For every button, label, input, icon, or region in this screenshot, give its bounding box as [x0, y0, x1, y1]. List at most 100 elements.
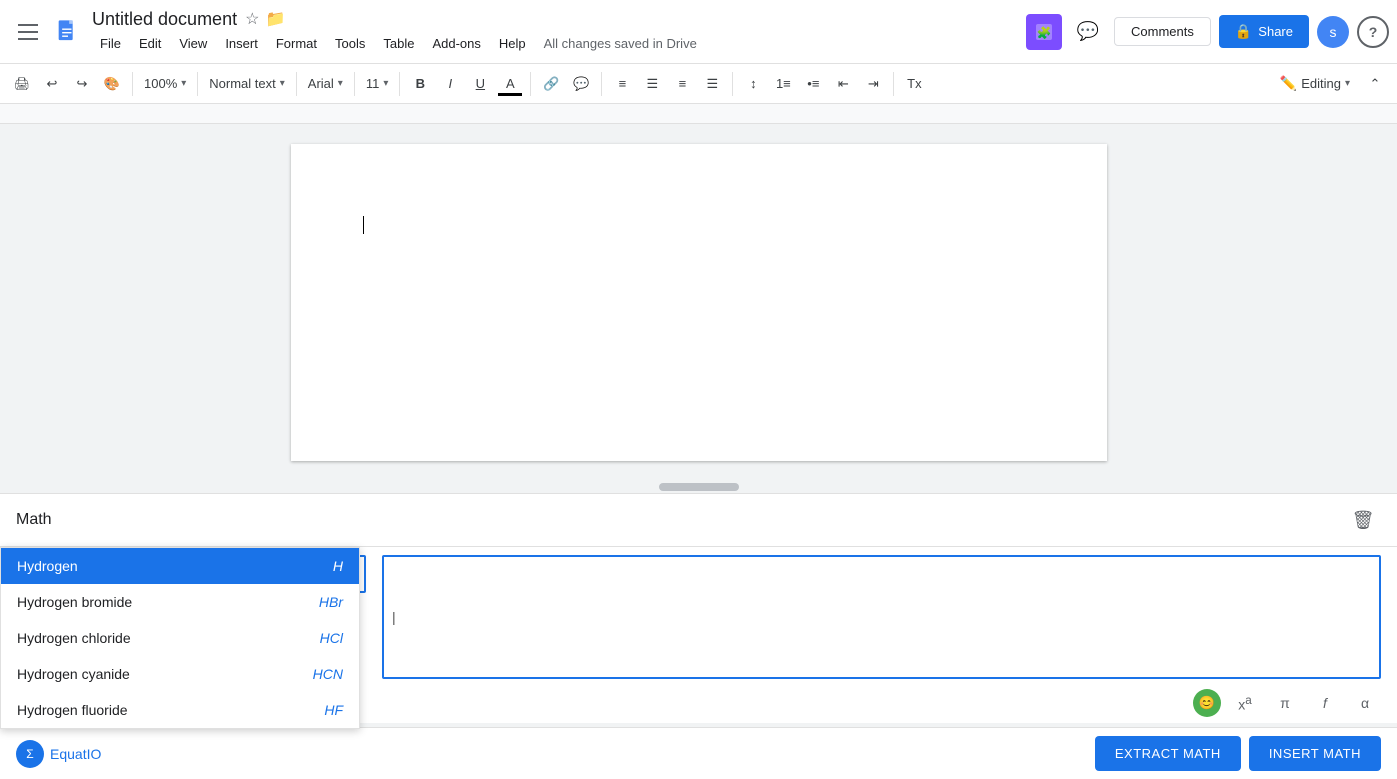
sep-4	[354, 72, 355, 96]
menu-edit[interactable]: Edit	[131, 32, 169, 55]
comment-inline-button[interactable]: 💬	[567, 70, 595, 98]
toolbar: 🖨 ↩ ↪ 🎨 100% ▾ Normal text ▾ Arial ▾ 11 …	[0, 64, 1397, 104]
top-bar-right: 🧩 💬 Comments 🔒 Share s ?	[1026, 14, 1389, 50]
increase-indent-button[interactable]: ⇥	[859, 70, 887, 98]
dropdown-item-0[interactable]: Hydrogen H	[1, 548, 359, 584]
dropdown-item-1[interactable]: Hydrogen bromide HBr	[1, 584, 359, 620]
sep-6	[530, 72, 531, 96]
math-preview: |	[382, 555, 1381, 679]
editing-mode-label: Editing	[1301, 76, 1341, 91]
print-button[interactable]: 🖨	[8, 70, 36, 98]
ruler	[0, 104, 1397, 124]
bold-button[interactable]: B	[406, 70, 434, 98]
pi-symbol-btn[interactable]: π	[1269, 687, 1301, 719]
dropdown-label-4: Hydrogen fluoride	[17, 702, 128, 718]
paint-format-button[interactable]: 🎨	[98, 70, 126, 98]
insert-math-button[interactable]: INSERT MATH	[1249, 736, 1381, 771]
share-label: Share	[1258, 24, 1293, 39]
dropdown-label-0: Hydrogen	[17, 558, 78, 574]
align-right-button[interactable]: ≡	[668, 70, 696, 98]
smiley-btn[interactable]: 😊	[1193, 689, 1221, 717]
text-cursor	[363, 216, 364, 234]
line-spacing-button[interactable]: ↕	[739, 70, 767, 98]
star-icon[interactable]: ☆	[245, 9, 259, 29]
texthelp-extension-icon[interactable]: 🧩	[1026, 14, 1062, 50]
menu-addons[interactable]: Add-ons	[424, 32, 488, 55]
font-family-value: Arial	[308, 76, 334, 91]
horizontal-scrollbar[interactable]	[0, 481, 1397, 493]
math-dropdown[interactable]: Hydrogen H Hydrogen bromide HBr Hydrogen…	[0, 547, 360, 729]
doc-icon	[48, 12, 88, 52]
document-area	[0, 124, 1397, 481]
hscroll-thumb[interactable]	[659, 483, 739, 491]
font-size-value: 11	[366, 76, 380, 91]
title-area: Untitled document ☆ 📁 File Edit View Ins…	[92, 9, 1026, 55]
size-chevron: ▾	[383, 78, 388, 89]
undo-button[interactable]: ↩	[38, 70, 66, 98]
paragraph-chevron: ▾	[280, 78, 285, 89]
menu-view[interactable]: View	[171, 32, 215, 55]
clear-formatting-button[interactable]: Tx	[900, 70, 928, 98]
sep-2	[197, 72, 198, 96]
svg-text:🧩: 🧩	[1037, 26, 1052, 40]
numbered-list-button[interactable]: 1≡	[769, 70, 797, 98]
f-symbol-btn[interactable]: f	[1309, 687, 1341, 719]
math-action-buttons: EXTRACT MATH INSERT MATH	[1095, 736, 1381, 771]
delete-button[interactable]: 🗑	[1345, 502, 1381, 538]
sep-5	[399, 72, 400, 96]
help-button[interactable]: ?	[1357, 16, 1389, 48]
hamburger-menu[interactable]	[8, 12, 48, 52]
zoom-chevron: ▾	[181, 78, 186, 89]
document-title[interactable]: Untitled document	[92, 9, 237, 30]
paragraph-style-select[interactable]: Normal text ▾	[204, 70, 290, 98]
user-avatar[interactable]: s	[1317, 16, 1349, 48]
math-title: Math	[16, 511, 52, 529]
autosave-status: All changes saved in Drive	[544, 36, 697, 51]
align-left-button[interactable]: ≡	[608, 70, 636, 98]
menu-file[interactable]: File	[92, 32, 129, 55]
top-bar: Untitled document ☆ 📁 File Edit View Ins…	[0, 0, 1397, 64]
decrease-indent-button[interactable]: ⇤	[829, 70, 857, 98]
menu-tools[interactable]: Tools	[327, 32, 373, 55]
align-justify-button[interactable]: ☰	[698, 70, 726, 98]
alpha-symbol-btn[interactable]: α	[1349, 687, 1381, 719]
dropdown-item-4[interactable]: Hydrogen fluoride HF	[1, 692, 359, 728]
font-color-button[interactable]: A	[496, 70, 524, 98]
sep-7	[601, 72, 602, 96]
dropdown-label-1: Hydrogen bromide	[17, 594, 132, 610]
underline-button[interactable]: U	[466, 70, 494, 98]
chat-icon[interactable]: 💬	[1070, 14, 1106, 50]
font-size-select[interactable]: 11 ▾	[361, 70, 394, 98]
folder-icon[interactable]: 📁	[265, 9, 285, 29]
dropdown-item-3[interactable]: Hydrogen cyanide HCN	[1, 656, 359, 692]
dropdown-formula-3: HCN	[313, 666, 343, 682]
dropdown-formula-2: HCl	[320, 630, 343, 646]
math-panel: Math 🗑 hydrogen Hydrogen H Hydrogen brom…	[0, 493, 1397, 723]
italic-button[interactable]: I	[436, 70, 464, 98]
sep-8	[732, 72, 733, 96]
dropdown-formula-4: HF	[324, 702, 343, 718]
superscript-symbol-btn[interactable]: xa	[1229, 687, 1261, 719]
link-button[interactable]: 🔗	[537, 70, 565, 98]
redo-button[interactable]: ↪	[68, 70, 96, 98]
dropdown-item-2[interactable]: Hydrogen chloride HCl	[1, 620, 359, 656]
editing-mode-select[interactable]: ✏️ Editing ▾	[1271, 70, 1359, 98]
align-center-button[interactable]: ☰	[638, 70, 666, 98]
font-chevron: ▾	[338, 78, 343, 89]
font-family-select[interactable]: Arial ▾	[303, 70, 348, 98]
collapse-toolbar-button[interactable]: ⌃	[1361, 70, 1389, 98]
menu-format[interactable]: Format	[268, 32, 325, 55]
math-body: hydrogen Hydrogen H Hydrogen bromide HBr…	[0, 547, 1397, 727]
comments-button[interactable]: Comments	[1114, 17, 1211, 46]
bulleted-list-button[interactable]: •≡	[799, 70, 827, 98]
menu-insert[interactable]: Insert	[217, 32, 266, 55]
menu-table[interactable]: Table	[375, 32, 422, 55]
menu-help[interactable]: Help	[491, 32, 534, 55]
math-footer: Σ EquatIO EXTRACT MATH INSERT MATH	[0, 727, 1397, 779]
zoom-select[interactable]: 100% ▾	[139, 70, 191, 98]
extract-math-button[interactable]: EXTRACT MATH	[1095, 736, 1241, 771]
paragraph-style-value: Normal text	[209, 76, 275, 91]
document-page[interactable]	[291, 144, 1107, 461]
math-header: Math 🗑	[0, 494, 1397, 547]
share-button[interactable]: 🔒 Share	[1219, 15, 1309, 48]
